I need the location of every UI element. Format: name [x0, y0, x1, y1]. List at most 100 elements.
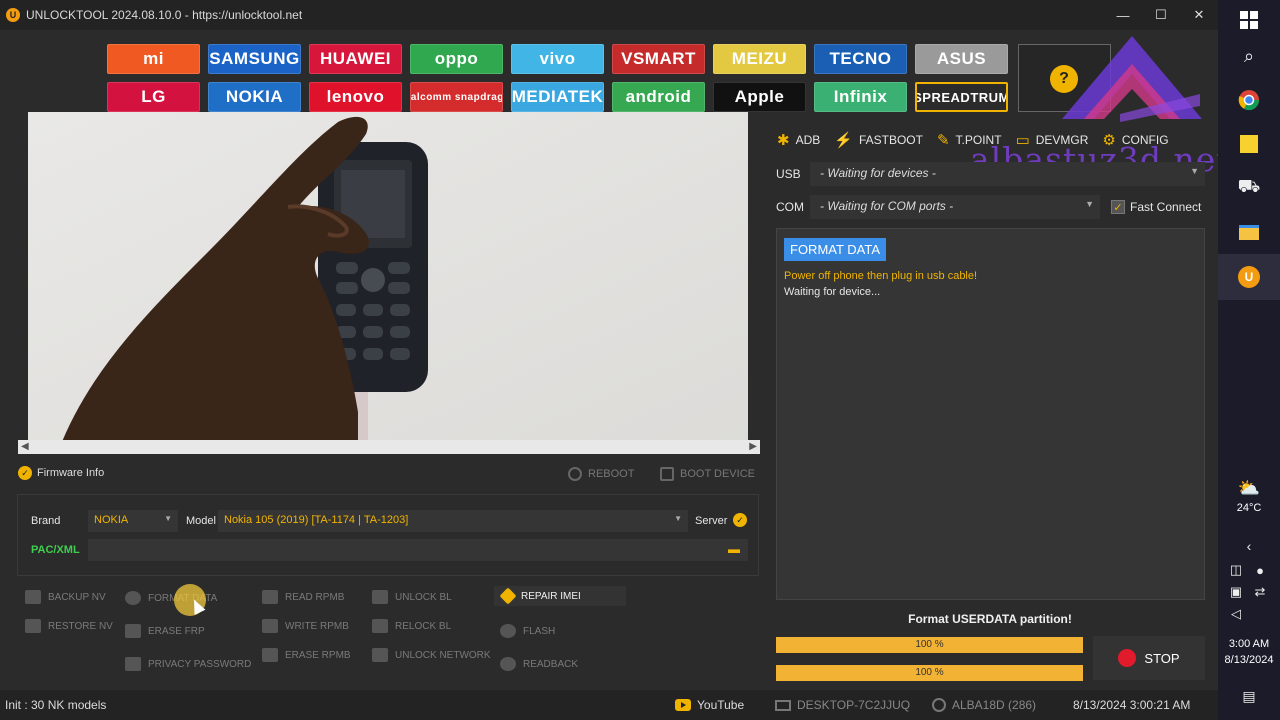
- brand-button-apple[interactable]: Apple: [713, 82, 806, 112]
- brand-button-mi[interactable]: mi: [107, 44, 200, 74]
- readback-label: READBACK: [523, 658, 579, 670]
- unlock-network-label: UNLOCK NETWORK: [395, 649, 491, 661]
- network-lock-icon: [372, 648, 388, 662]
- tab-fastboot[interactable]: ⚡ FASTBOOT: [834, 131, 923, 149]
- reboot-label: REBOOT: [588, 468, 635, 480]
- check-circle-icon: ✓: [18, 466, 32, 480]
- pac-xml-field[interactable]: ▬: [88, 539, 748, 561]
- relock-bl-button[interactable]: RELOCK BL: [372, 619, 451, 633]
- brand-button-android[interactable]: android: [612, 82, 705, 112]
- video-scrollbar[interactable]: ◀ ▶: [18, 440, 760, 454]
- brand-button-vsmart[interactable]: VSMART: [612, 44, 705, 74]
- write-icon: [262, 619, 278, 633]
- erase-rpmb-button[interactable]: ERASE RPMB: [262, 648, 351, 662]
- truck-icon[interactable]: ⛟: [1237, 176, 1261, 200]
- weather-icon[interactable]: ⛅: [1237, 476, 1261, 500]
- pin-icon: ✎: [936, 132, 950, 149]
- read-icon: [262, 590, 278, 604]
- repair-imei-button[interactable]: REPAIR IMEI: [494, 586, 626, 606]
- relock-bl-label: RELOCK BL: [395, 620, 452, 632]
- network-icon[interactable]: ▣: [1224, 580, 1248, 604]
- stop-icon: [1118, 649, 1137, 667]
- active-app-tile[interactable]: U: [1218, 254, 1280, 300]
- datetime: 8/13/2024 3:00:21 AM: [1073, 698, 1191, 712]
- search-icon[interactable]: ⌕: [1237, 44, 1261, 68]
- write-rpmb-button[interactable]: WRITE RPMB: [262, 619, 349, 633]
- progress-bar-2: 100 %: [776, 665, 1083, 681]
- brand-button-lg[interactable]: LG: [107, 82, 200, 112]
- chevron-up-icon[interactable]: ‹: [1237, 534, 1261, 558]
- brand-button-nokia[interactable]: NOKIA: [208, 82, 301, 112]
- brand-button-qualcomm-snapdragon[interactable]: Qualcomm snapdragon: [410, 82, 503, 112]
- flash-button[interactable]: FLASH: [500, 624, 555, 638]
- privacy-password-button[interactable]: PRIVACY PASSWORD: [125, 657, 251, 671]
- reboot-button[interactable]: REBOOT: [568, 467, 634, 481]
- usb-icon[interactable]: ⇄: [1248, 580, 1272, 604]
- usb-value: - Waiting for devices -: [820, 166, 936, 180]
- brand-button-spreadtrum[interactable]: SPREADTRUM: [915, 82, 1008, 112]
- camera-icon[interactable]: ◫: [1224, 558, 1248, 582]
- app-logo-icon: U: [6, 8, 20, 22]
- fast-connect-checkbox[interactable]: ✓: [1111, 200, 1125, 214]
- operation-status: Format USERDATA partition!: [908, 612, 1072, 626]
- tab-adb[interactable]: ✱ ADB: [777, 131, 820, 149]
- clock-time[interactable]: 3:00 AM: [1218, 638, 1280, 650]
- maximize-button[interactable]: ☐: [1142, 7, 1180, 23]
- user-label: ALBA18D (286): [952, 698, 1037, 712]
- boot-device-button[interactable]: BOOT DEVICE: [660, 467, 755, 481]
- volume-icon[interactable]: ◁: [1224, 602, 1248, 626]
- brand-button-vivo[interactable]: vivo: [511, 44, 604, 74]
- brand-button-tecno[interactable]: TECNO: [814, 44, 907, 74]
- brand-button-samsung[interactable]: SAMSUNG: [208, 44, 301, 74]
- firmware-info-label: Firmware Info: [37, 467, 105, 479]
- brand-button-meizu[interactable]: MEIZU: [713, 44, 806, 74]
- phone-hand-photo: [28, 112, 748, 452]
- tab-adb-label: ADB: [795, 133, 821, 147]
- minimize-button[interactable]: —: [1104, 8, 1142, 23]
- file-explorer-icon[interactable]: [1237, 220, 1261, 244]
- chrome-icon[interactable]: [1237, 88, 1261, 112]
- title-bar: U UNLOCKTOOL 2024.08.10.0 - https://unlo…: [0, 0, 1218, 30]
- restore-nv-button[interactable]: RESTORE NV: [25, 619, 113, 633]
- lock-icon: [372, 619, 388, 633]
- brand-grid: mi SAMSUNG HUAWEI oppo vivo VSMART MEIZU TECNO A…: [107, 44, 1008, 112]
- brand-button-lenovo[interactable]: lenovo: [309, 82, 402, 112]
- scroll-right-icon[interactable]: ▶: [749, 441, 757, 452]
- com-dropdown[interactable]: - Waiting for COM ports - ▼: [810, 195, 1100, 219]
- windows-start-icon[interactable]: [1237, 8, 1261, 32]
- microphone-icon[interactable]: ●: [1248, 558, 1272, 582]
- log-operation-badge: FORMAT DATA: [784, 238, 887, 261]
- brand-button-oppo[interactable]: oppo: [410, 44, 503, 74]
- folder-icon[interactable]: ▬: [728, 542, 740, 556]
- youtube-link[interactable]: YouTube: [675, 698, 744, 712]
- scroll-left-icon[interactable]: ◀: [21, 441, 29, 452]
- close-button[interactable]: ✕: [1180, 7, 1218, 23]
- clock-date[interactable]: 8/13/2024: [1218, 654, 1280, 666]
- progress-text: 100 %: [915, 639, 944, 650]
- notification-icon[interactable]: ▤: [1237, 684, 1261, 708]
- brand-button-asus[interactable]: ASUS: [915, 44, 1008, 74]
- backup-nv-button[interactable]: BACKUP NV: [25, 590, 106, 604]
- unlock-network-button[interactable]: UNLOCK NETWORK: [372, 648, 491, 662]
- readback-button[interactable]: READBACK: [500, 657, 578, 671]
- erase-frp-button[interactable]: ERASE FRP: [125, 624, 205, 638]
- usb-dropdown[interactable]: - Waiting for devices - ▼: [810, 162, 1205, 186]
- brand-select[interactable]: NOKIA ▼: [88, 510, 178, 532]
- key-icon: [125, 657, 141, 671]
- read-rpmb-button[interactable]: READ RPMB: [262, 590, 344, 604]
- model-select[interactable]: Nokia 105 (2019) [TA-1174 | TA-1203] ▼: [218, 510, 688, 532]
- model-value: Nokia 105 (2019) [TA-1174 | TA-1203]: [224, 514, 409, 526]
- erase-icon: [125, 624, 141, 638]
- firmware-info-toggle[interactable]: ✓ Firmware Info: [18, 466, 104, 480]
- com-value: - Waiting for COM ports -: [820, 199, 954, 213]
- sticky-notes-icon[interactable]: [1237, 132, 1261, 156]
- unlock-bl-button[interactable]: UNLOCK BL: [372, 590, 452, 604]
- brand-button-mediatek[interactable]: MEDIATEK: [511, 82, 604, 112]
- erase-rpmb-label: ERASE RPMB: [285, 649, 351, 661]
- brand-button-infinix[interactable]: Infinix: [814, 82, 907, 112]
- model-label: Model: [186, 515, 216, 527]
- stop-button[interactable]: STOP: [1093, 636, 1205, 680]
- fast-connect-label: Fast Connect: [1130, 200, 1202, 214]
- init-status: Init : 30 NK models: [5, 698, 107, 712]
- brand-button-huawei[interactable]: HUAWEI: [309, 44, 402, 74]
